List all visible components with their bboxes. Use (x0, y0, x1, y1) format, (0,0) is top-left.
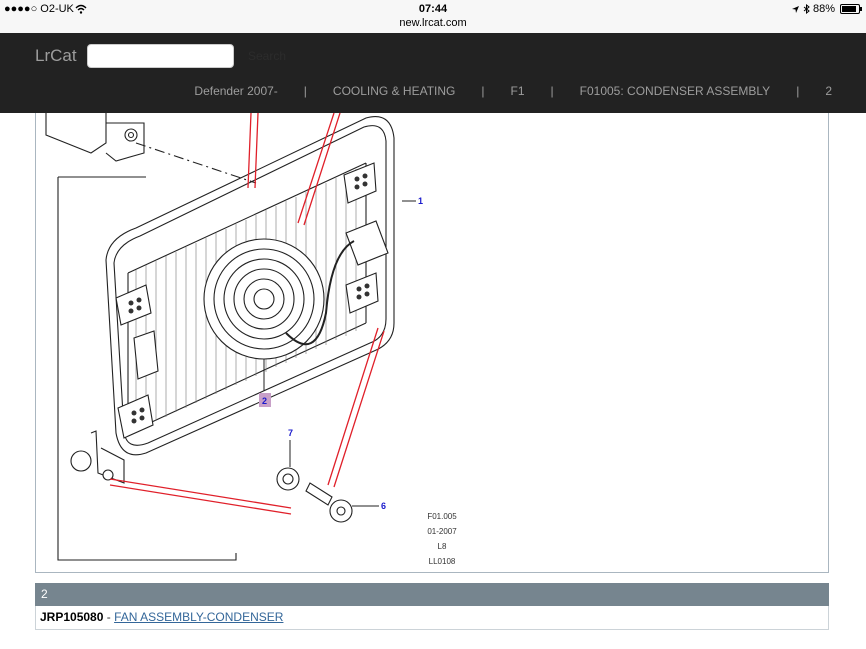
search-input[interactable] (87, 44, 234, 68)
figure-id: LL0108 (429, 557, 456, 566)
breadcrumb-separator: | (550, 84, 554, 98)
figure-date: 01-2007 (427, 527, 457, 536)
breadcrumb-separator: | (796, 84, 800, 98)
breadcrumb-item[interactable]: 2 (825, 84, 832, 98)
part-number: JRP105080 (40, 610, 104, 624)
search-button[interactable]: Search (242, 44, 292, 68)
breadcrumb-assembly[interactable]: F01005: CONDENSER ASSEMBLY (580, 84, 771, 98)
battery-icon (840, 4, 862, 14)
ios-status-bar: ●●●●○ O2-UK 07:44 new.lrcat.com 88% (0, 0, 866, 33)
breadcrumb: Defender 2007- | COOLING & HEATING | F1 … (194, 84, 832, 98)
status-right: 88% (791, 3, 862, 15)
brand-logo[interactable]: LrCat (35, 46, 77, 66)
breadcrumb-category[interactable]: COOLING & HEATING (333, 84, 455, 98)
breadcrumb-group[interactable]: F1 (511, 84, 525, 98)
callout-1[interactable]: 1 (418, 196, 423, 206)
url-bar[interactable]: new.lrcat.com (0, 17, 866, 29)
breadcrumb-separator: | (303, 84, 307, 98)
part-dash: - (103, 610, 115, 624)
breadcrumb-model[interactable]: Defender 2007- (194, 84, 277, 98)
parts-diagram[interactable]: 1 2 7 6 F01.005 01-2007 L8 LL0108 (35, 113, 829, 573)
figure-ref-code: F01.005 (427, 512, 457, 521)
callout-6[interactable]: 6 (381, 501, 386, 511)
figure-series: L8 (438, 542, 447, 551)
battery-fill (842, 6, 857, 12)
breadcrumb-separator: | (481, 84, 485, 98)
part-number-header: 2 (35, 583, 829, 606)
callout-2[interactable]: 2 (262, 396, 267, 406)
location-icon (791, 5, 799, 13)
battery-percent: 88% (812, 3, 835, 15)
top-navbar: LrCat Search Defender 2007- | COOLING & … (0, 33, 866, 113)
clock: 07:44 (418, 3, 448, 15)
condenser-diagram: 1 2 7 6 F01.005 01-2007 L8 LL0108 (45, 113, 457, 566)
part-description-link[interactable]: FAN ASSEMBLY-CONDENSER (114, 610, 283, 624)
bluetooth-icon (803, 4, 810, 14)
callout-7[interactable]: 7 (288, 428, 293, 438)
part-row: JRP105080 - FAN ASSEMBLY-CONDENSER (35, 606, 829, 630)
